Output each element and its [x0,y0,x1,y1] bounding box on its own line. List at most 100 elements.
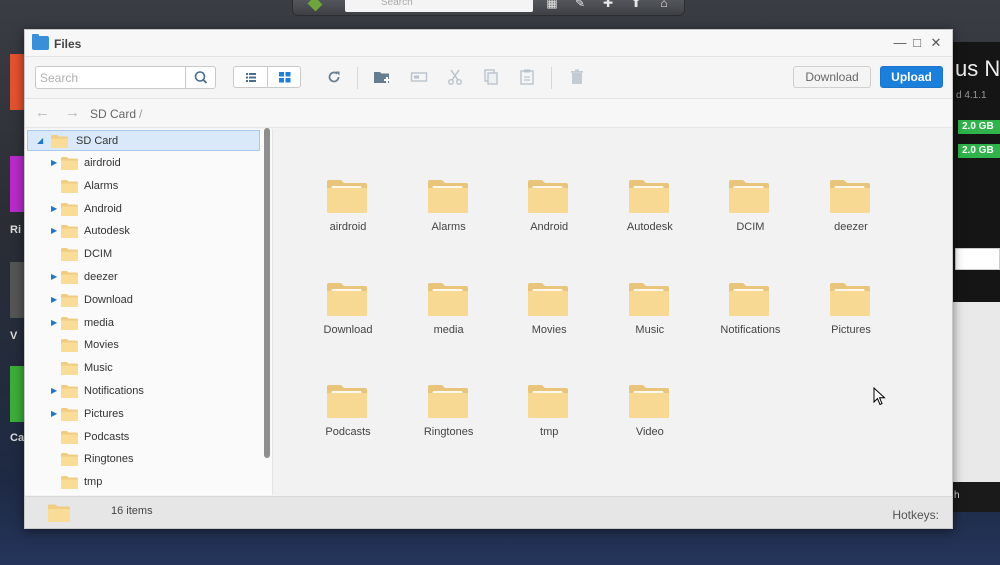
edit-icon[interactable]: ✎ [573,0,587,9]
tree-item[interactable]: tmp [25,472,265,493]
folder-icon [61,362,78,376]
back-arrow-icon[interactable]: ← [35,105,51,121]
tree-item-label: Music [84,362,113,375]
folder-icon [830,282,870,316]
rename-button[interactable] [410,68,428,86]
tree-item[interactable]: ▶ Autodesk [25,221,265,242]
folder-tile[interactable]: Movies [499,262,599,342]
tree-item[interactable]: Music [25,358,265,379]
app-logo-icon[interactable] [307,0,323,12]
folder-icon [427,180,468,213]
tree-item-label: Movies [84,339,119,352]
expand-arrow-icon[interactable]: ▶ [51,158,59,168]
folder-tile[interactable]: Pictures [801,262,901,342]
folder-name: Autodesk [626,221,673,233]
desktop-search-input[interactable]: Search [345,0,533,12]
folder-tile[interactable]: Video [600,364,700,444]
tree-item[interactable]: Movies [25,335,265,356]
tree-item[interactable]: DCIM [25,244,265,265]
upload-button[interactable]: Upload [880,66,943,88]
folder-tile[interactable]: airdroid [298,159,398,239]
tree-item[interactable]: ▶ deezer [25,267,265,288]
folder-tree: ◢ SD Card ▶ airdroid Alarms ▶ Android ▶ Autode… [25,129,272,495]
folder-icon [427,282,468,316]
folder-tile[interactable]: DCIM [700,159,800,239]
forward-arrow-icon[interactable]: → [65,105,81,121]
folder-icon [48,504,70,522]
breadcrumb[interactable]: SD Card [90,107,136,121]
tree-item[interactable]: ▶ Android [25,199,265,220]
list-view-button[interactable] [234,67,268,87]
trash-icon [571,69,583,84]
hotkeys-link[interactable]: Hotkeys: [892,508,939,522]
folder-name: deezer [834,221,868,233]
folder-tile[interactable]: tmp [499,364,599,444]
delete-button[interactable] [568,68,586,86]
collapse-arrow-icon[interactable]: ◢ [37,136,45,146]
expand-arrow-icon[interactable]: ▶ [51,204,59,214]
refresh-button[interactable] [325,68,343,86]
expand-arrow-icon[interactable]: ▶ [51,318,59,328]
window-titlebar[interactable]: Files — □ ✕ [25,30,952,57]
copy-icon [484,69,498,85]
tree-item-label: airdroid [84,157,121,169]
expand-arrow-icon[interactable]: ▶ [51,386,59,396]
folder-tile[interactable]: Ringtones [399,364,499,444]
folder-tile[interactable]: Notifications [700,262,800,342]
tree-item[interactable]: ▶ Pictures [25,404,265,425]
home-icon[interactable]: ⌂ [657,0,671,9]
close-button[interactable]: ✕ [928,35,944,51]
maximize-button[interactable]: □ [909,35,925,51]
folder-tile[interactable]: deezer [801,159,901,239]
minimize-button[interactable]: — [892,35,908,51]
tree-item-label: SD Card [76,135,119,147]
folder-icon [61,385,78,398]
folder-name: airdroid [329,221,367,233]
breadcrumb-separator: / [139,107,143,121]
tree-root-item[interactable]: ◢ SD Card [27,130,260,151]
folder-tile[interactable]: Download [298,262,398,342]
folder-tile[interactable]: Podcasts [298,364,398,444]
add-icon[interactable]: ✚ [601,0,615,9]
tree-item-label: Alarms [84,179,119,192]
copy-button[interactable] [482,68,500,86]
device-version-fragment: d 4.1.1 [956,90,987,101]
desktop-top-bar: Search ▦ ✎ ✚ ⬆ ⌂ [292,0,685,16]
new-folder-icon [374,72,390,83]
folder-tile[interactable]: Alarms [399,159,499,239]
apps-icon[interactable]: ▦ [545,0,559,9]
search-button[interactable] [185,67,215,88]
item-count: 16 items [111,505,153,517]
storage-bar: 2.0 GB [958,120,1000,134]
tree-item[interactable]: ▶ airdroid [25,153,265,174]
cut-button[interactable] [446,68,464,86]
folder-tile[interactable]: Autodesk [600,159,700,239]
paste-button[interactable] [518,68,536,86]
folder-tile[interactable]: Music [600,262,700,342]
expand-arrow-icon[interactable]: ▶ [51,409,59,419]
folder-tile[interactable]: media [399,262,499,342]
tree-item[interactable]: Ringtones [25,449,265,470]
toolbar-divider [551,67,552,89]
expand-arrow-icon[interactable]: ▶ [51,226,59,236]
folder-tile[interactable]: Android [499,159,599,239]
upload-arrow-icon[interactable]: ⬆ [629,0,643,9]
grid-view-button[interactable] [268,67,302,87]
folder-icon [830,180,870,213]
download-button[interactable]: Download [793,66,871,88]
desktop-app-label-1: Ri [10,224,21,236]
tree-item[interactable]: Podcasts [25,427,265,448]
folder-icon [61,476,78,490]
tree-item[interactable]: ▶ Download [25,290,265,311]
expand-arrow-icon[interactable]: ▶ [51,295,59,305]
tree-item[interactable]: Alarms [25,176,265,197]
expand-arrow-icon[interactable]: ▶ [51,272,59,282]
tree-item[interactable]: ▶ media [25,313,265,334]
tree-item-label: Autodesk [84,225,130,238]
folder-name: Movies [531,323,567,336]
sidebar-scrollbar[interactable] [264,128,270,458]
folder-icon [61,453,78,467]
tree-item[interactable]: ▶ Notifications [25,381,265,402]
new-folder-button[interactable] [373,68,391,86]
search-input[interactable] [36,67,186,88]
